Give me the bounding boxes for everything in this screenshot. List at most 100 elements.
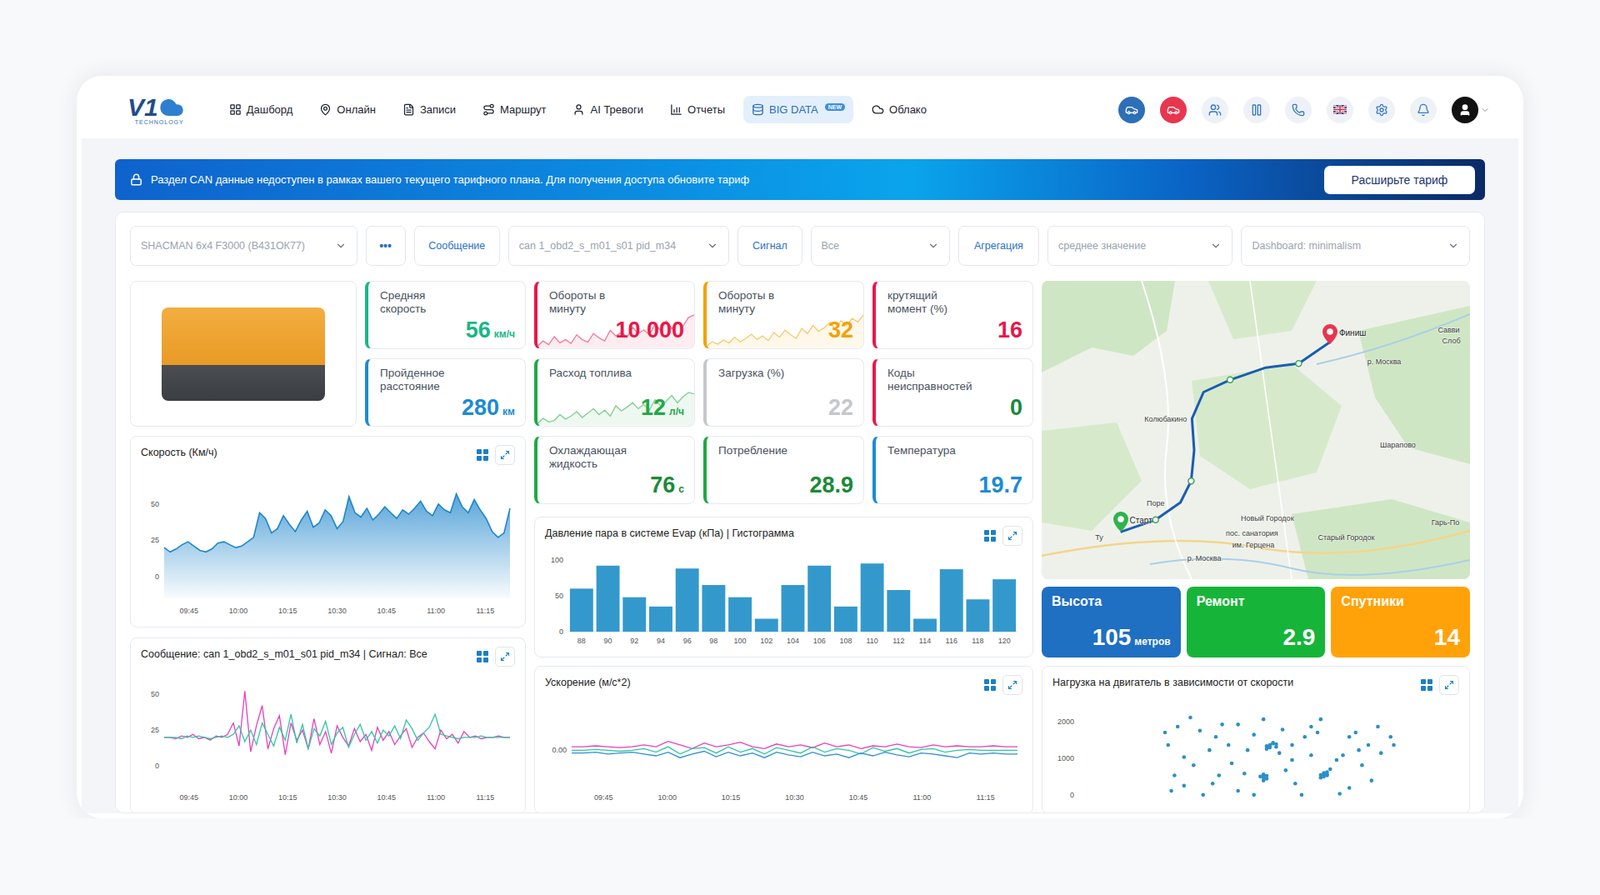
- pause-button[interactable]: [1243, 96, 1270, 124]
- histogram-bar[interactable]: [675, 568, 700, 632]
- nav-item[interactable]: Маршрут: [474, 95, 555, 124]
- histogram-bar[interactable]: [622, 597, 646, 632]
- notifications-button[interactable]: [1410, 96, 1437, 124]
- scatter-point[interactable]: [1207, 748, 1212, 753]
- expand-button[interactable]: [1002, 525, 1023, 546]
- scatter-point[interactable]: [1360, 763, 1365, 768]
- histogram-bar[interactable]: [992, 579, 1016, 632]
- scatter-point[interactable]: [1347, 785, 1352, 790]
- histogram-bar[interactable]: [807, 565, 831, 632]
- filter-select[interactable]: Все: [810, 225, 950, 266]
- scatter-point[interactable]: [1335, 758, 1340, 763]
- nav-item[interactable]: Онлайн: [310, 95, 385, 124]
- stat-tile[interactable]: Высота105метров: [1041, 586, 1181, 658]
- scatter-point[interactable]: [1309, 753, 1314, 758]
- scatter-point[interactable]: [1268, 744, 1273, 749]
- nav-item[interactable]: Отчеты: [661, 95, 734, 124]
- scatter-point[interactable]: [1353, 730, 1358, 735]
- filter-select[interactable]: среднее значение: [1047, 225, 1233, 266]
- vehicle-alert-button[interactable]: [1160, 96, 1187, 124]
- grid-icon[interactable]: [1420, 679, 1433, 691]
- grid-icon[interactable]: [476, 650, 489, 663]
- scatter-point[interactable]: [1302, 735, 1307, 740]
- scatter-point[interactable]: [1191, 763, 1196, 768]
- scatter-point[interactable]: [1251, 793, 1256, 798]
- scatter-point[interactable]: [1182, 784, 1187, 789]
- scatter-point[interactable]: [1165, 743, 1170, 748]
- scatter-point[interactable]: [1379, 750, 1384, 755]
- route-map[interactable]: СаввиСлобр. МоскваКолюбакиноШараповоПоре…: [1041, 280, 1470, 580]
- grid-icon[interactable]: [984, 530, 996, 542]
- map-pin[interactable]: Финиш: [1322, 324, 1366, 345]
- metric-tile[interactable]: Пройденное расстояние280км: [365, 358, 526, 427]
- histogram-bar[interactable]: [834, 606, 858, 632]
- scatter-point[interactable]: [1375, 725, 1380, 730]
- scatter-point[interactable]: [1290, 743, 1295, 748]
- scatter-point[interactable]: [1280, 727, 1285, 732]
- nav-item[interactable]: BIG DATANEW: [743, 95, 854, 124]
- scatter-point[interactable]: [1366, 743, 1371, 748]
- scatter-point[interactable]: [1328, 767, 1333, 772]
- vehicle-card[interactable]: [130, 280, 357, 427]
- scatter-point[interactable]: [1356, 748, 1361, 753]
- drivers-button[interactable]: [1201, 96, 1229, 124]
- scatter-point[interactable]: [1300, 793, 1305, 798]
- histogram-bar[interactable]: [728, 597, 752, 632]
- histogram-bar[interactable]: [781, 585, 805, 632]
- metric-tile[interactable]: Коды неисправностей0: [872, 358, 1034, 427]
- histogram-bar[interactable]: [701, 585, 725, 632]
- expand-button[interactable]: [495, 445, 515, 465]
- metric-tile[interactable]: Потребление28.9: [703, 435, 865, 505]
- scatter-point[interactable]: [1261, 717, 1266, 722]
- histogram-bar[interactable]: [860, 563, 885, 632]
- metric-tile[interactable]: Обороты в минуту10 000: [534, 280, 695, 350]
- metric-tile[interactable]: Охлаждающая жидкость76c: [534, 435, 695, 505]
- language-button[interactable]: [1326, 96, 1354, 124]
- expand-button[interactable]: [495, 646, 515, 667]
- scatter-point[interactable]: [1337, 791, 1342, 796]
- histogram-bar[interactable]: [940, 569, 964, 632]
- scatter-point[interactable]: [1274, 742, 1279, 747]
- filter-label-button[interactable]: Агрегация: [958, 225, 1040, 266]
- filter-select[interactable]: can 1_obd2_s_m01_s01 pid_m34: [508, 225, 730, 266]
- scatter-point[interactable]: [1235, 722, 1240, 727]
- scatter-point[interactable]: [1182, 755, 1187, 760]
- waypoint[interactable]: [1152, 516, 1159, 523]
- filter-label-button[interactable]: Сигнал: [737, 225, 802, 266]
- nav-item[interactable]: Записи: [394, 95, 465, 124]
- scatter-point[interactable]: [1220, 722, 1225, 727]
- scatter-point[interactable]: [1210, 781, 1215, 786]
- upgrade-button[interactable]: Расширьте тариф: [1324, 165, 1475, 195]
- histogram-bar[interactable]: [649, 606, 673, 632]
- filter-select[interactable]: Dashboard: minimalism: [1240, 225, 1470, 266]
- scatter-point[interactable]: [1321, 775, 1326, 780]
- scatter-point[interactable]: [1188, 715, 1193, 720]
- nav-item[interactable]: Облако: [863, 95, 935, 124]
- scatter-point[interactable]: [1245, 748, 1250, 753]
- metric-tile[interactable]: Загрузка (%)22: [703, 358, 865, 427]
- scatter-point[interactable]: [1391, 743, 1396, 748]
- scatter-point[interactable]: [1242, 771, 1247, 776]
- expand-button[interactable]: [1439, 675, 1460, 695]
- scatter-point[interactable]: [1315, 730, 1320, 735]
- scatter-point[interactable]: [1200, 793, 1205, 798]
- scatter-point[interactable]: [1319, 717, 1324, 722]
- expand-button[interactable]: [1002, 675, 1023, 695]
- scatter-point[interactable]: [1277, 750, 1282, 755]
- metric-tile[interactable]: Расход топлива12л/ч: [534, 358, 695, 427]
- nav-item[interactable]: Дашборд: [220, 95, 302, 124]
- scatter-point[interactable]: [1347, 735, 1352, 740]
- scatter-point[interactable]: [1235, 789, 1240, 794]
- scatter-point[interactable]: [1214, 735, 1219, 740]
- scatter-point[interactable]: [1325, 770, 1330, 775]
- scatter-point[interactable]: [1198, 729, 1203, 734]
- scatter-point[interactable]: [1163, 730, 1168, 735]
- histogram-bar[interactable]: [913, 619, 937, 633]
- scatter-point[interactable]: [1270, 741, 1275, 746]
- grid-icon[interactable]: [984, 679, 996, 691]
- scatter-point[interactable]: [1172, 773, 1177, 778]
- grid-icon[interactable]: [476, 449, 489, 461]
- metric-tile[interactable]: Средняя скорость56км/ч: [365, 280, 526, 350]
- profile-button[interactable]: [1451, 96, 1490, 124]
- waypoint[interactable]: [1188, 478, 1195, 485]
